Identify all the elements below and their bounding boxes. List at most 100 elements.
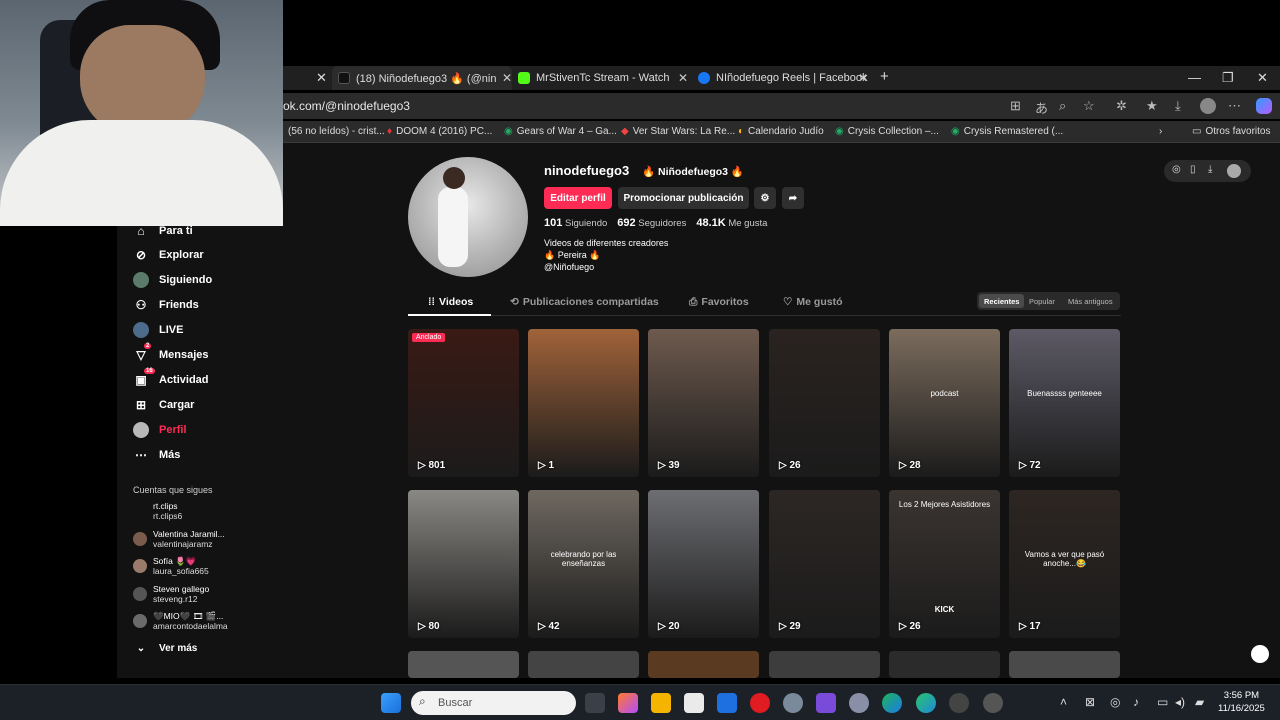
video-tile[interactable]: ▷ 26 [769, 329, 880, 477]
video-tile[interactable]: Anclado ▷ 801 [408, 329, 519, 477]
edit-profile-button[interactable]: Editar perfil [544, 187, 612, 209]
url-field[interactable]: ok.com/@ninodefuego3 [283, 99, 410, 113]
video-tile[interactable] [528, 651, 639, 678]
tray-app-icon[interactable]: ◎ [1110, 695, 1120, 709]
sidebar-item-mensajes[interactable]: ▽ 2 Mensajes [133, 343, 209, 363]
clipchamp-icon[interactable] [816, 693, 836, 713]
video-tile[interactable] [769, 651, 880, 678]
following-account[interactable]: Valentina Jaramil... valentinajaramz [133, 529, 225, 549]
sidebar-item-actividad[interactable]: ▣ 16 Actividad [133, 368, 209, 388]
edge-dev-icon[interactable] [916, 693, 936, 713]
bookmark-item[interactable]: ◉ Crysis Remastered (... [951, 126, 1063, 137]
outlook-icon[interactable] [717, 693, 737, 713]
avatar[interactable] [1227, 164, 1241, 178]
tab-kick[interactable]: MrStivenTc Stream - Watch Live o ✕ [518, 66, 688, 90]
floating-help-button[interactable] [1251, 645, 1269, 663]
bookmark-item[interactable]: (56 no leídos) - crist... [288, 126, 385, 137]
other-favorites[interactable]: ▭ Otros favoritos [1192, 126, 1270, 137]
see-more-button[interactable]: ⌄ Ver más [133, 640, 198, 656]
close-icon[interactable]: ✕ [316, 70, 327, 86]
window-close-button[interactable]: ✕ [1257, 70, 1268, 86]
sidebar-item-cargar[interactable]: ⊞ Cargar [133, 397, 195, 413]
store-icon[interactable] [684, 693, 704, 713]
sidebar-item-friends[interactable]: ⚇ Friends [133, 297, 199, 313]
zoom-icon[interactable]: ⌕ [1059, 98, 1066, 114]
bookmark-item[interactable]: ◉ Crysis Collection –... [835, 126, 939, 137]
microphone-icon[interactable]: ♪ [1133, 695, 1139, 709]
sort-oldest[interactable]: Más antiguos [1063, 294, 1118, 308]
translate-icon[interactable]: あ [1035, 98, 1048, 117]
sort-recent[interactable]: Recientes [979, 294, 1025, 308]
copilot-icon[interactable] [618, 693, 638, 713]
following-account[interactable]: rt.clips rt.clips6 [133, 501, 182, 521]
new-tab-button[interactable]: + [880, 68, 889, 85]
following-account[interactable]: Steven gallego steveng.r12 [133, 584, 209, 604]
media-player-icon[interactable] [949, 693, 969, 713]
download-icon[interactable]: ⤓ [1175, 98, 1181, 114]
obs-icon[interactable] [983, 693, 1003, 713]
bookmark-item[interactable]: ◉ Gears of War 4 – Ga... [504, 126, 617, 137]
video-tile[interactable] [648, 651, 759, 678]
following-stat[interactable]: 101 Siguiendo [544, 217, 607, 229]
settings-button[interactable]: ⚙ [754, 187, 776, 209]
video-tile[interactable]: Los 2 Mejores Asistidores KICK ▷ 26 [889, 490, 1000, 638]
tray-app-icon[interactable]: ⊠ [1085, 695, 1095, 709]
profile-avatar-icon[interactable] [1200, 98, 1216, 114]
volume-icon[interactable]: ◂) [1175, 695, 1185, 709]
apps-icon[interactable]: ⊞ [1010, 98, 1021, 114]
share-button[interactable]: ➦ [782, 187, 804, 209]
followers-stat[interactable]: 692 Seguidores [617, 217, 686, 229]
settings-icon[interactable] [783, 693, 803, 713]
sidebar-item-live[interactable]: LIVE [133, 322, 183, 338]
following-account[interactable]: 🖤MIO🖤 🎞 🎬... amarcontodaelalma [133, 611, 228, 631]
favorite-star-icon[interactable]: ☆ [1083, 98, 1095, 114]
video-tile[interactable]: podcast ▷ 28 [889, 329, 1000, 477]
chevron-right-icon[interactable]: › [1159, 126, 1162, 137]
opera-icon[interactable] [750, 693, 770, 713]
file-explorer-icon[interactable] [651, 693, 671, 713]
bookmark-item[interactable]: ◆ Ver Star Wars: La Re... [621, 126, 735, 137]
video-tile[interactable]: celebrando por las enseñanzas ▷ 42 [528, 490, 639, 638]
battery-icon[interactable]: ▰ [1195, 695, 1204, 709]
video-tile[interactable]: ▷ 39 [648, 329, 759, 477]
sort-popular[interactable]: Popular [1024, 294, 1060, 308]
tab-tiktok[interactable]: (18) Niñodefuego3 🔥 (@ninod ✕ [332, 66, 512, 90]
copilot-icon[interactable] [1256, 98, 1272, 114]
download-icon[interactable]: ⤓ [1208, 164, 1212, 175]
edge-icon[interactable] [882, 693, 902, 713]
chevron-up-icon[interactable]: ˄ [1060, 695, 1067, 709]
restore-button[interactable]: ❐ [1222, 70, 1234, 86]
video-tile[interactable]: ▷ 1 [528, 329, 639, 477]
profile-bio-link[interactable]: @Niñofuego [544, 262, 594, 272]
favorites-icon[interactable]: ★ [1146, 98, 1158, 114]
tab-favorites[interactable]: ⎙ Favoritos [689, 296, 749, 309]
bookmark-item[interactable]: ◐ Calendario Judío [738, 126, 824, 137]
promote-post-button[interactable]: Promocionar publicación [618, 187, 749, 209]
close-icon[interactable]: ✕ [858, 71, 868, 85]
following-account[interactable]: Sofía 🌷💗 laura_sofia665 [133, 556, 209, 576]
minimize-button[interactable]: — [1188, 70, 1201, 85]
extensions-icon[interactable]: ✲ [1116, 98, 1127, 114]
network-icon[interactable]: ▭ [1157, 695, 1168, 709]
sidebar-item-mas[interactable]: ⋯ Más [133, 447, 180, 463]
video-tile[interactable]: ▷ 29 [769, 490, 880, 638]
sidebar-item-siguiendo[interactable]: Siguiendo [133, 272, 212, 288]
video-tile[interactable]: Buenassss genteeee ▷ 72 [1009, 329, 1120, 477]
tab-facebook[interactable]: NIñodefuego Reels | Facebook ✕ [698, 66, 868, 90]
close-icon[interactable]: ✕ [678, 71, 688, 85]
close-icon[interactable]: ✕ [502, 71, 512, 85]
tab-reposts[interactable]: ⟲ Publicaciones compartidas [510, 296, 659, 308]
video-tile[interactable]: ▷ 20 [648, 490, 759, 638]
video-tile[interactable] [889, 651, 1000, 678]
discord-icon[interactable] [849, 693, 869, 713]
video-tile[interactable]: ▷ 80 [408, 490, 519, 638]
task-view-icon[interactable] [585, 693, 605, 713]
sidebar-item-perfil[interactable]: Perfil [133, 422, 187, 438]
tab-videos[interactable]: ⁞⁞ Videos [428, 296, 473, 308]
sidebar-item-explorar[interactable]: ⊘ Explorar [133, 247, 204, 263]
windows-start-icon[interactable] [381, 693, 401, 713]
video-tile[interactable] [1009, 651, 1120, 678]
taskbar-clock[interactable]: 3:56 PM 11/16/2025 [1218, 689, 1265, 715]
more-icon[interactable]: ⋯ [1228, 98, 1241, 114]
bookmark-item[interactable]: ♦ DOOM 4 (2016) PC... [387, 126, 492, 137]
